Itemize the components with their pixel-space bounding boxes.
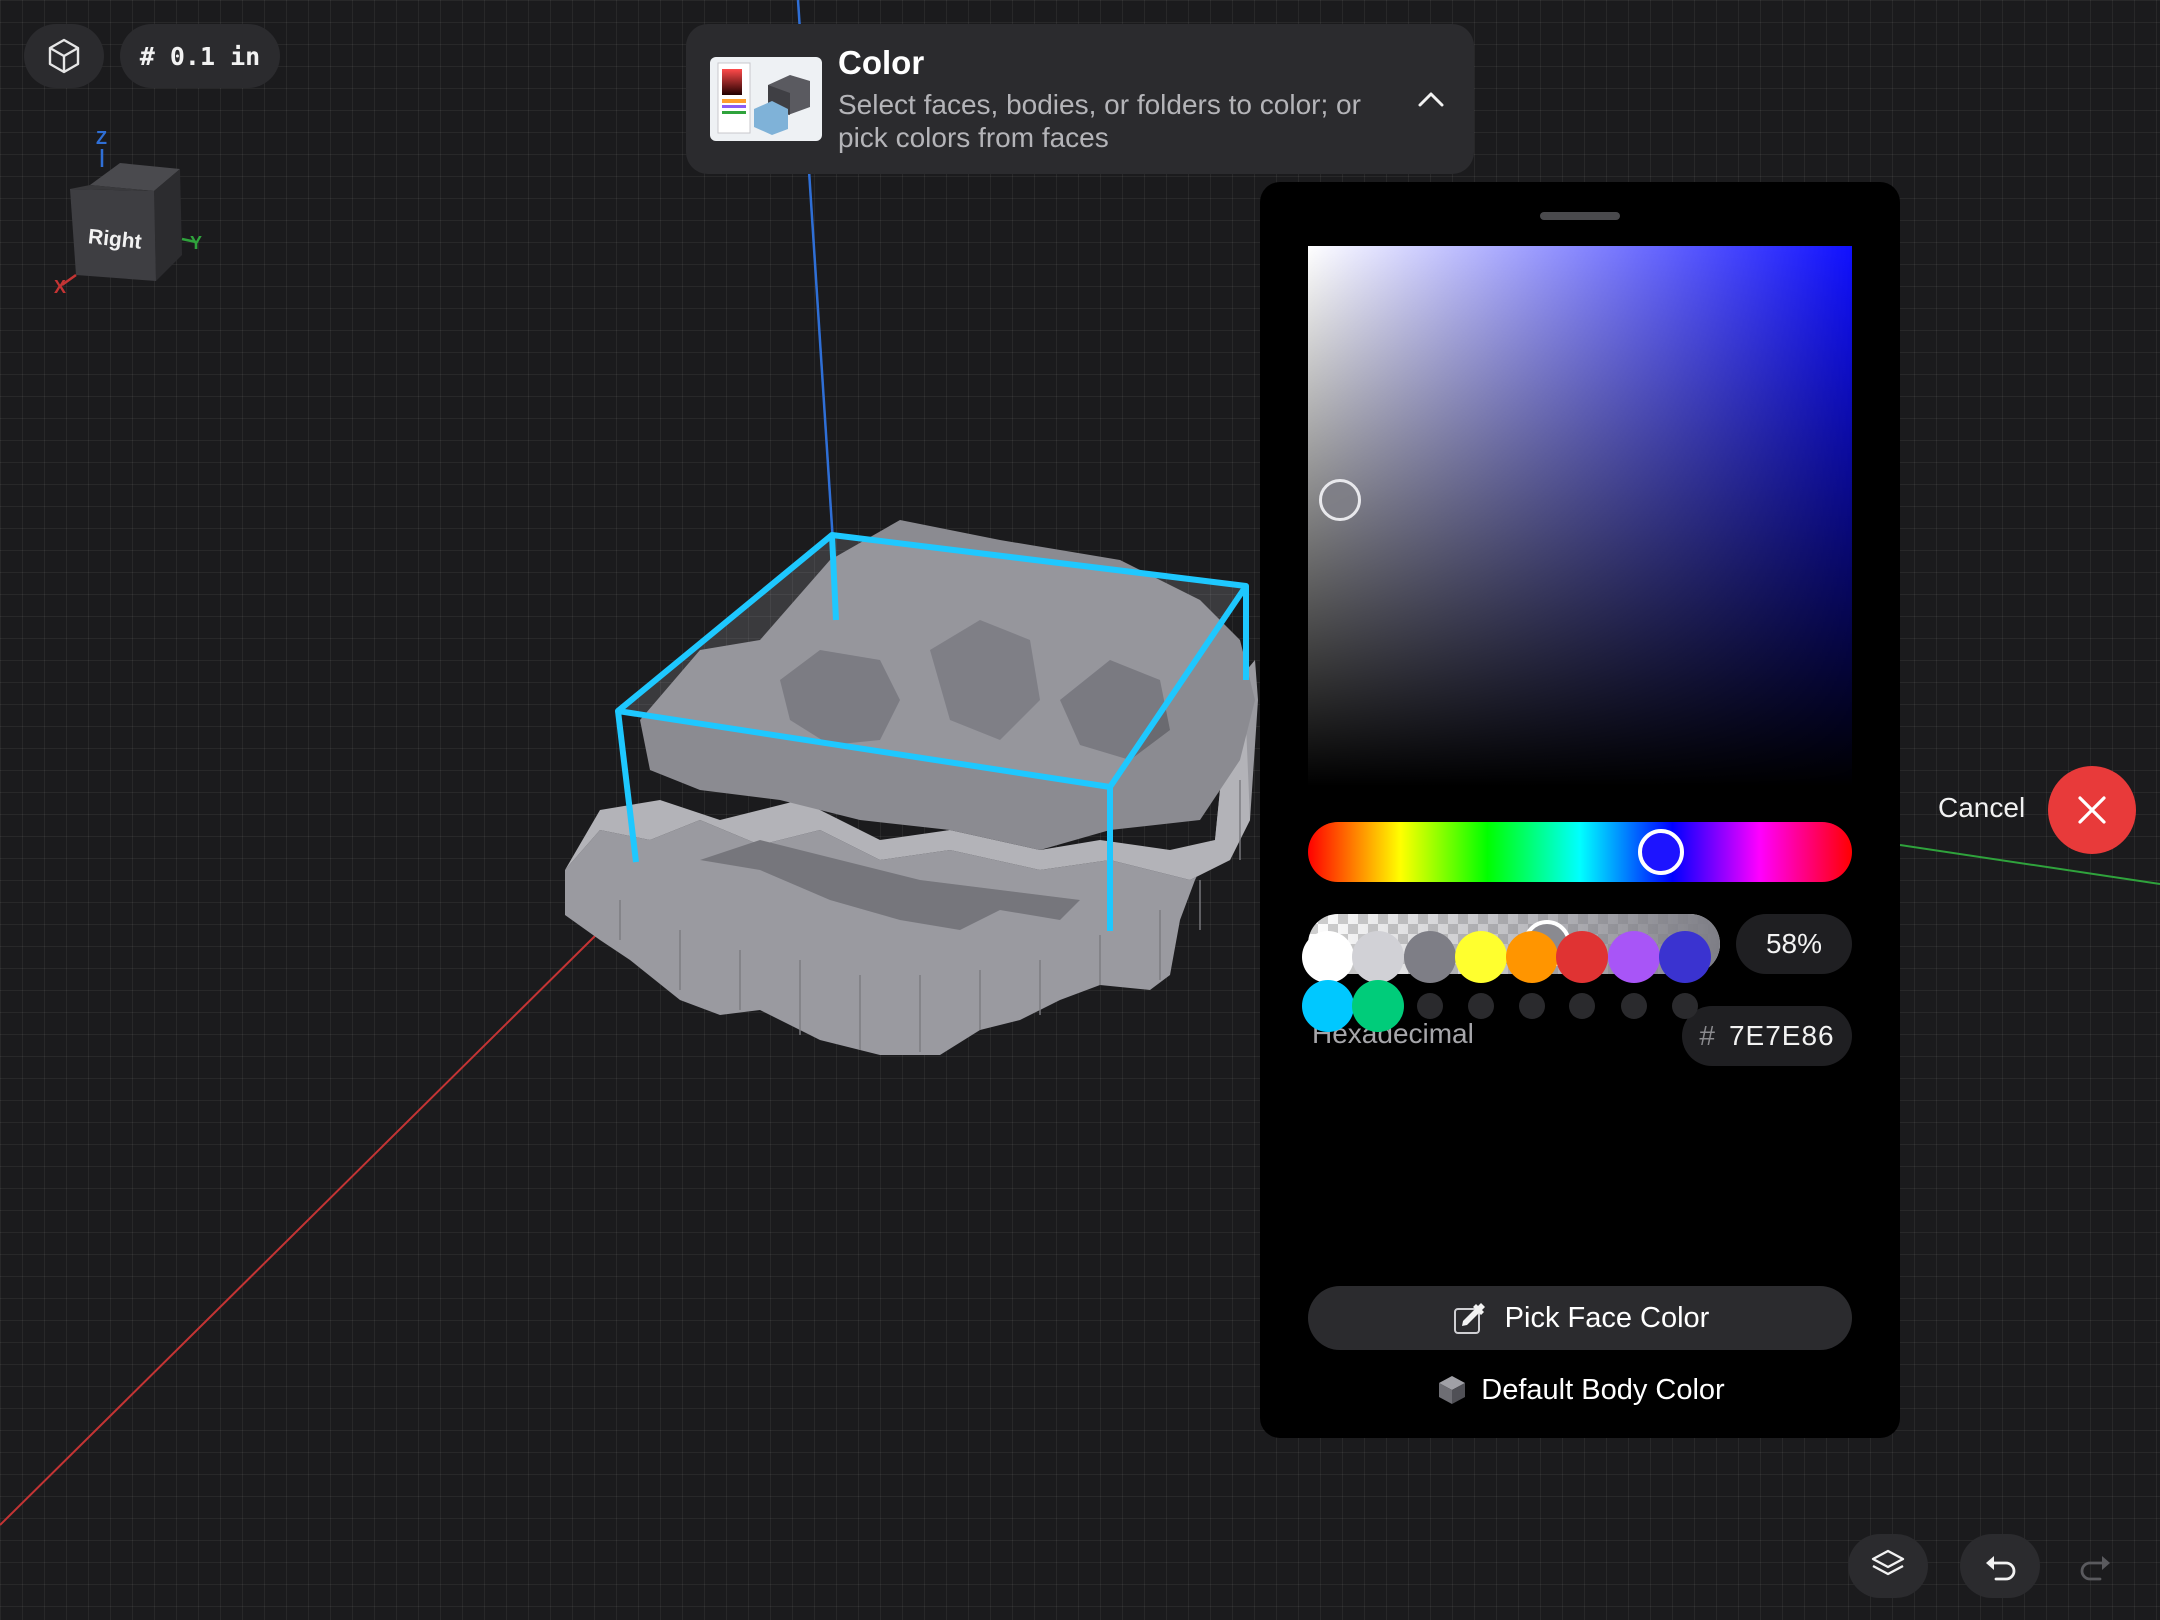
- axis-x-label: X: [54, 277, 66, 295]
- saturation-brightness-field[interactable]: [1308, 246, 1852, 786]
- color-swatch-grid: [1302, 364, 1852, 1032]
- eyedropper-icon: [1453, 1303, 1485, 1334]
- pick-face-color-button[interactable]: Pick Face Color: [1308, 1286, 1852, 1350]
- empty-swatch-slot[interactable]: [1519, 993, 1545, 1019]
- color-picker-panel: 58% Hexadecimal # 7E7E86 Pick Face Color…: [1260, 182, 1900, 1438]
- swatch-yellow[interactable]: [1455, 931, 1507, 983]
- layers-icon: [1871, 1549, 1905, 1576]
- hex-input[interactable]: # 7E7E86: [1682, 1006, 1852, 1066]
- grid-size-label: # 0.1 in: [139, 41, 261, 71]
- saturation-brightness-handle[interactable]: [1319, 479, 1361, 521]
- redo-icon: [2080, 1556, 2110, 1581]
- cancel-label[interactable]: Cancel: [1938, 792, 2025, 824]
- default-body-color-label: Default Body Color: [1481, 1373, 1725, 1406]
- hex-hash-symbol: #: [1699, 1020, 1715, 1051]
- empty-swatch-slot[interactable]: [1621, 993, 1647, 1019]
- swatch-light-gray[interactable]: [1352, 931, 1404, 983]
- view-mode-button[interactable]: [24, 24, 104, 88]
- empty-swatch-slot[interactable]: [1468, 993, 1494, 1019]
- swatch-gray[interactable]: [1404, 931, 1456, 983]
- collapse-button[interactable]: [1406, 74, 1456, 124]
- tool-header: Color Select faces, bodies, or folders t…: [686, 24, 1474, 174]
- opacity-value-field[interactable]: 58%: [1736, 914, 1852, 974]
- tool-description: Select faces, bodies, or folders to colo…: [838, 89, 1361, 153]
- opacity-value: 58%: [1765, 928, 1823, 959]
- color-tool-thumbnail: [710, 57, 822, 141]
- undo-button[interactable]: [1960, 1534, 2040, 1598]
- swatch-orange[interactable]: [1506, 931, 1558, 983]
- empty-swatch-slot[interactable]: [1417, 993, 1443, 1019]
- close-icon: [2078, 796, 2106, 824]
- hue-slider[interactable]: [1308, 822, 1852, 882]
- orientation-cube[interactable]: Z Right Y X: [40, 125, 210, 297]
- panel-drag-handle[interactable]: [1540, 212, 1620, 220]
- y-axis-line: [1899, 844, 2160, 885]
- default-body-color-button[interactable]: Default Body Color: [1308, 1362, 1852, 1418]
- axis-z-label: Z: [96, 128, 107, 148]
- swatch-blue[interactable]: [1659, 931, 1711, 983]
- view-cube-icon: [48, 38, 80, 74]
- redo-button[interactable]: [2056, 1534, 2136, 1598]
- cancel-button[interactable]: [2048, 766, 2136, 854]
- swatch-white[interactable]: [1302, 931, 1354, 983]
- chevron-up-icon: [1418, 92, 1444, 107]
- swatch-cyan[interactable]: [1302, 980, 1354, 1032]
- grid-size-button[interactable]: # 0.1 in: [120, 24, 280, 88]
- empty-swatch-slot[interactable]: [1672, 993, 1698, 1019]
- hue-slider-handle[interactable]: [1638, 829, 1684, 875]
- axis-y-label: Y: [190, 233, 202, 253]
- empty-swatch-slot[interactable]: [1569, 993, 1595, 1019]
- hex-value: 7E7E86: [1728, 1020, 1835, 1051]
- cube-icon: [1439, 1376, 1466, 1404]
- undo-icon: [1986, 1556, 2016, 1581]
- pick-face-color-label: Pick Face Color: [1504, 1301, 1710, 1334]
- tool-title: Color: [838, 44, 925, 81]
- layers-button[interactable]: [1848, 1534, 1928, 1598]
- swatch-green[interactable]: [1352, 980, 1404, 1032]
- swatch-purple[interactable]: [1608, 931, 1660, 983]
- x-axis-line: [0, 934, 597, 1526]
- swatch-red[interactable]: [1556, 931, 1608, 983]
